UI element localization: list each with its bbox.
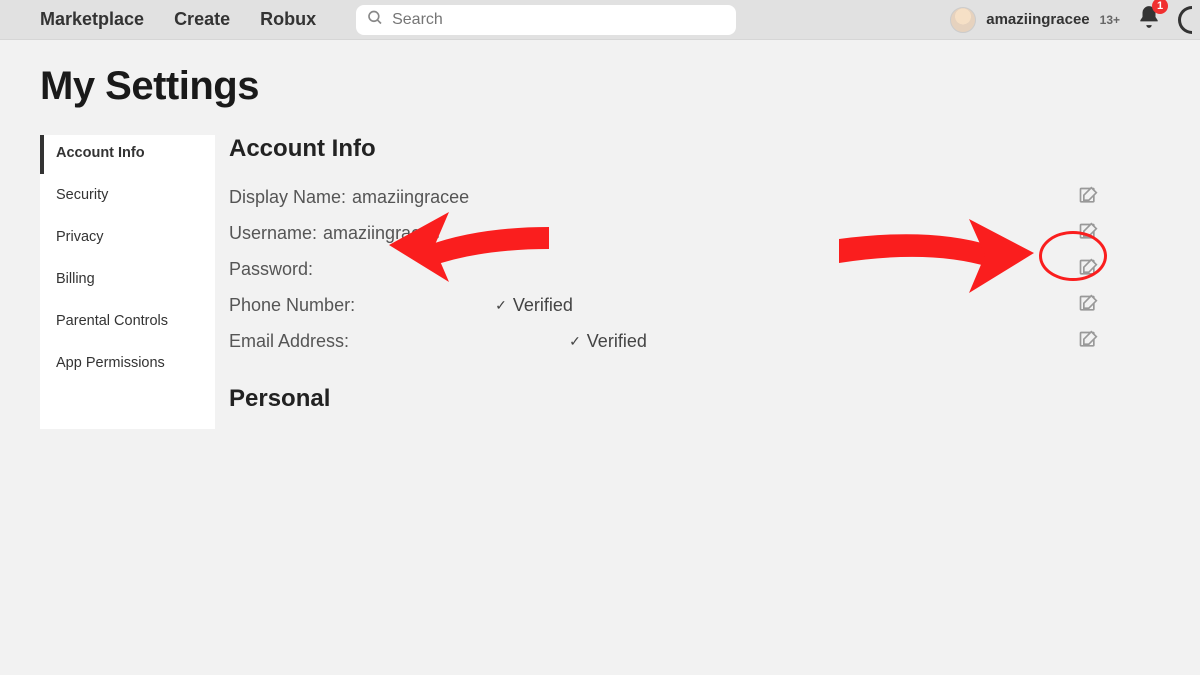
search-wrapper: [356, 5, 736, 35]
content-row: Account Info Security Privacy Billing Pa…: [40, 135, 1160, 429]
email-label: Email Address:: [229, 331, 349, 352]
phone-verified-text: Verified: [513, 295, 573, 316]
search-input[interactable]: [356, 5, 736, 35]
avatar[interactable]: [950, 7, 976, 33]
username-row: Username: amaziingracee: [229, 215, 1160, 251]
edit-icon: [1078, 222, 1098, 242]
sidebar-item-account-info[interactable]: Account Info: [40, 135, 215, 174]
notifications-button[interactable]: 1: [1136, 4, 1162, 35]
account-info-heading: Account Info: [229, 135, 1160, 163]
nav-marketplace[interactable]: Marketplace: [40, 9, 144, 30]
user-cluster: amaziingracee 13+ 1: [950, 0, 1192, 39]
username-label: Username:: [229, 223, 317, 244]
settings-page: My Settings Account Info Security Privac…: [0, 40, 1200, 453]
display-name-row: Display Name: amaziingracee: [229, 179, 1160, 215]
sidebar-item-security[interactable]: Security: [40, 174, 215, 216]
edit-email-button[interactable]: [1078, 330, 1100, 352]
username-label[interactable]: amaziingracee: [986, 11, 1089, 28]
edit-icon: [1078, 258, 1098, 278]
age-badge: 13+: [1100, 13, 1120, 27]
edit-phone-button[interactable]: [1078, 294, 1100, 316]
edit-icon: [1078, 330, 1098, 350]
username-value: amaziingracee: [323, 223, 440, 244]
phone-label: Phone Number:: [229, 295, 355, 316]
edit-username-button[interactable]: [1078, 222, 1100, 244]
edit-icon: [1078, 186, 1098, 206]
sidebar-item-app-permissions[interactable]: App Permissions: [40, 342, 215, 384]
email-verified-text: Verified: [587, 331, 647, 352]
email-row: Email Address: ✓ Verified: [229, 323, 1160, 359]
display-name-label: Display Name:: [229, 187, 346, 208]
robux-icon[interactable]: [1178, 6, 1192, 34]
settings-sidebar: Account Info Security Privacy Billing Pa…: [40, 135, 215, 429]
email-verified-badge: ✓ Verified: [569, 331, 647, 352]
sidebar-item-billing[interactable]: Billing: [40, 258, 215, 300]
search-icon: [366, 8, 384, 31]
edit-display-name-button[interactable]: [1078, 186, 1100, 208]
sidebar-item-privacy[interactable]: Privacy: [40, 216, 215, 258]
top-nav-bar: Marketplace Create Robux amaziingracee 1…: [0, 0, 1200, 40]
password-label: Password:: [229, 259, 313, 280]
edit-icon: [1078, 294, 1098, 314]
settings-main: Account Info Display Name: amaziingracee…: [229, 135, 1160, 429]
nav-robux[interactable]: Robux: [260, 9, 316, 30]
checkmark-icon: ✓: [495, 297, 507, 314]
phone-row: Phone Number: ✓ Verified: [229, 287, 1160, 323]
personal-heading: Personal: [229, 385, 1160, 413]
nav-create[interactable]: Create: [174, 9, 230, 30]
phone-verified-badge: ✓ Verified: [495, 295, 573, 316]
page-title: My Settings: [40, 64, 1160, 109]
display-name-value: amaziingracee: [352, 187, 469, 208]
password-row: Password:: [229, 251, 1160, 287]
checkmark-icon: ✓: [569, 333, 581, 350]
edit-password-button[interactable]: [1078, 258, 1100, 280]
sidebar-item-parental-controls[interactable]: Parental Controls: [40, 300, 215, 342]
notification-count-badge: 1: [1152, 0, 1168, 14]
